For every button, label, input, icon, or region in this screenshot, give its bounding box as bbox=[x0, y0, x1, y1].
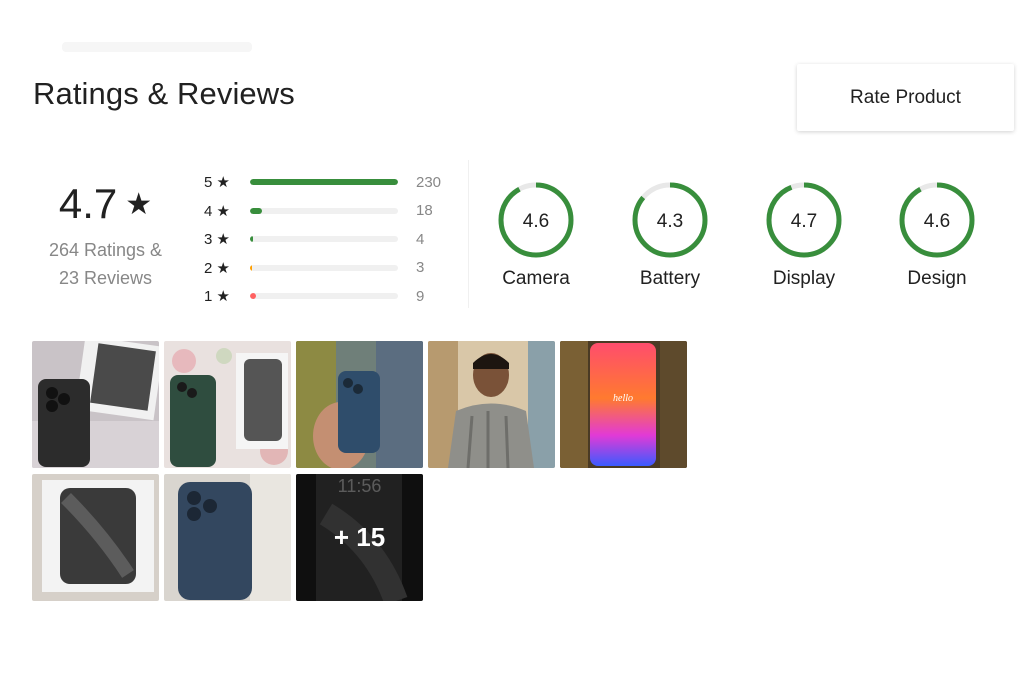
distribution-row: 4 ★ 18 bbox=[198, 197, 458, 226]
distribution-bar-fill bbox=[250, 264, 252, 271]
phone-hello-screen-photo: hello bbox=[560, 341, 687, 468]
hello-text: hello bbox=[613, 393, 633, 404]
more-photos-thumbnail[interactable]: 11:56 + 15 bbox=[296, 474, 423, 601]
vertical-divider bbox=[468, 160, 469, 308]
review-photo-thumbnail[interactable] bbox=[164, 341, 291, 468]
score-ring: 4.6 bbox=[498, 182, 574, 258]
feature-name: Battery bbox=[639, 268, 701, 289]
feature-score: 4.3 bbox=[657, 211, 683, 232]
distribution-bar-fill bbox=[250, 207, 262, 214]
star-level-label: 5 ★ bbox=[204, 174, 230, 192]
star-level-label: 3 ★ bbox=[204, 231, 230, 249]
faded-breadcrumb-placeholder bbox=[62, 42, 252, 52]
feature-name: Camera bbox=[502, 268, 570, 289]
distribution-bar-fill bbox=[250, 236, 253, 243]
distribution-bar-track bbox=[250, 179, 398, 186]
feature-score: 4.6 bbox=[924, 211, 950, 232]
rate-product-button[interactable]: Rate Product bbox=[797, 64, 1014, 131]
star-level-label: 1 ★ bbox=[204, 288, 230, 306]
feature-name: Display bbox=[772, 268, 836, 289]
distribution-row: 2 ★ 3 bbox=[198, 254, 458, 283]
distribution-bar-fill bbox=[250, 179, 398, 186]
star-level-label: 4 ★ bbox=[204, 202, 230, 220]
rating-distribution: 5 ★ 230 4 ★ 18 3 ★ 4 2 ★ 3 1 ★ 9 bbox=[198, 168, 458, 311]
star-icon: ★ bbox=[125, 187, 153, 221]
distribution-bar-fill bbox=[250, 293, 256, 300]
rating-counts: 264 Ratings & 23 Reviews bbox=[38, 236, 173, 292]
blue-phone-back-photo bbox=[164, 474, 291, 601]
distribution-bar-track bbox=[250, 293, 398, 300]
feature-score: 4.6 bbox=[523, 211, 549, 232]
star-level-count: 3 bbox=[416, 259, 425, 277]
star-level-count: 230 bbox=[416, 173, 442, 191]
star-level-count: 9 bbox=[416, 287, 425, 305]
distribution-bar-track bbox=[250, 236, 398, 243]
more-photos-count: + 15 bbox=[296, 474, 423, 601]
feature-rating-display: 4.7 Display bbox=[744, 180, 864, 290]
review-photo-thumbnail[interactable] bbox=[32, 474, 159, 601]
overall-rating: 4.7 ★ 264 Ratings & 23 Reviews bbox=[38, 180, 173, 292]
reviews-count: 23 Reviews bbox=[58, 268, 153, 288]
green-case-photo bbox=[164, 341, 291, 468]
phone-box-photo bbox=[32, 341, 159, 468]
star-level-count: 18 bbox=[416, 202, 433, 220]
feature-rating-camera: 4.6 Camera bbox=[476, 180, 596, 290]
review-photo-thumbnail[interactable]: hello bbox=[560, 341, 687, 468]
review-photo-thumbnail[interactable] bbox=[32, 341, 159, 468]
score-ring: 4.6 bbox=[899, 182, 975, 258]
distribution-row: 5 ★ 230 bbox=[198, 168, 458, 197]
hand-holding-phone-photo bbox=[296, 341, 423, 468]
score-ring: 4.3 bbox=[632, 182, 708, 258]
review-photo-thumbnail[interactable] bbox=[164, 474, 291, 601]
distribution-bar-track bbox=[250, 264, 398, 271]
distribution-row: 1 ★ 9 bbox=[198, 282, 458, 311]
ratings-count: 264 Ratings & bbox=[48, 240, 163, 260]
section-title: Ratings & Reviews bbox=[33, 76, 295, 111]
review-photo-thumbnail[interactable] bbox=[296, 341, 423, 468]
average-value: 4.7 bbox=[58, 180, 118, 227]
phone-box-front-photo bbox=[32, 474, 159, 601]
review-photo-thumbnail[interactable] bbox=[428, 341, 555, 468]
feature-name: Design bbox=[907, 268, 967, 289]
feature-rating-design: 4.6 Design bbox=[877, 180, 997, 290]
average-score: 4.7 ★ bbox=[59, 180, 152, 228]
person-photo bbox=[428, 341, 555, 468]
distribution-bar-track bbox=[250, 207, 398, 214]
distribution-row: 3 ★ 4 bbox=[198, 225, 458, 254]
feature-score: 4.7 bbox=[791, 211, 817, 232]
feature-rating-battery: 4.3 Battery bbox=[610, 180, 730, 290]
star-level-label: 2 ★ bbox=[204, 259, 230, 277]
score-ring: 4.7 bbox=[766, 182, 842, 258]
star-level-count: 4 bbox=[416, 230, 425, 248]
